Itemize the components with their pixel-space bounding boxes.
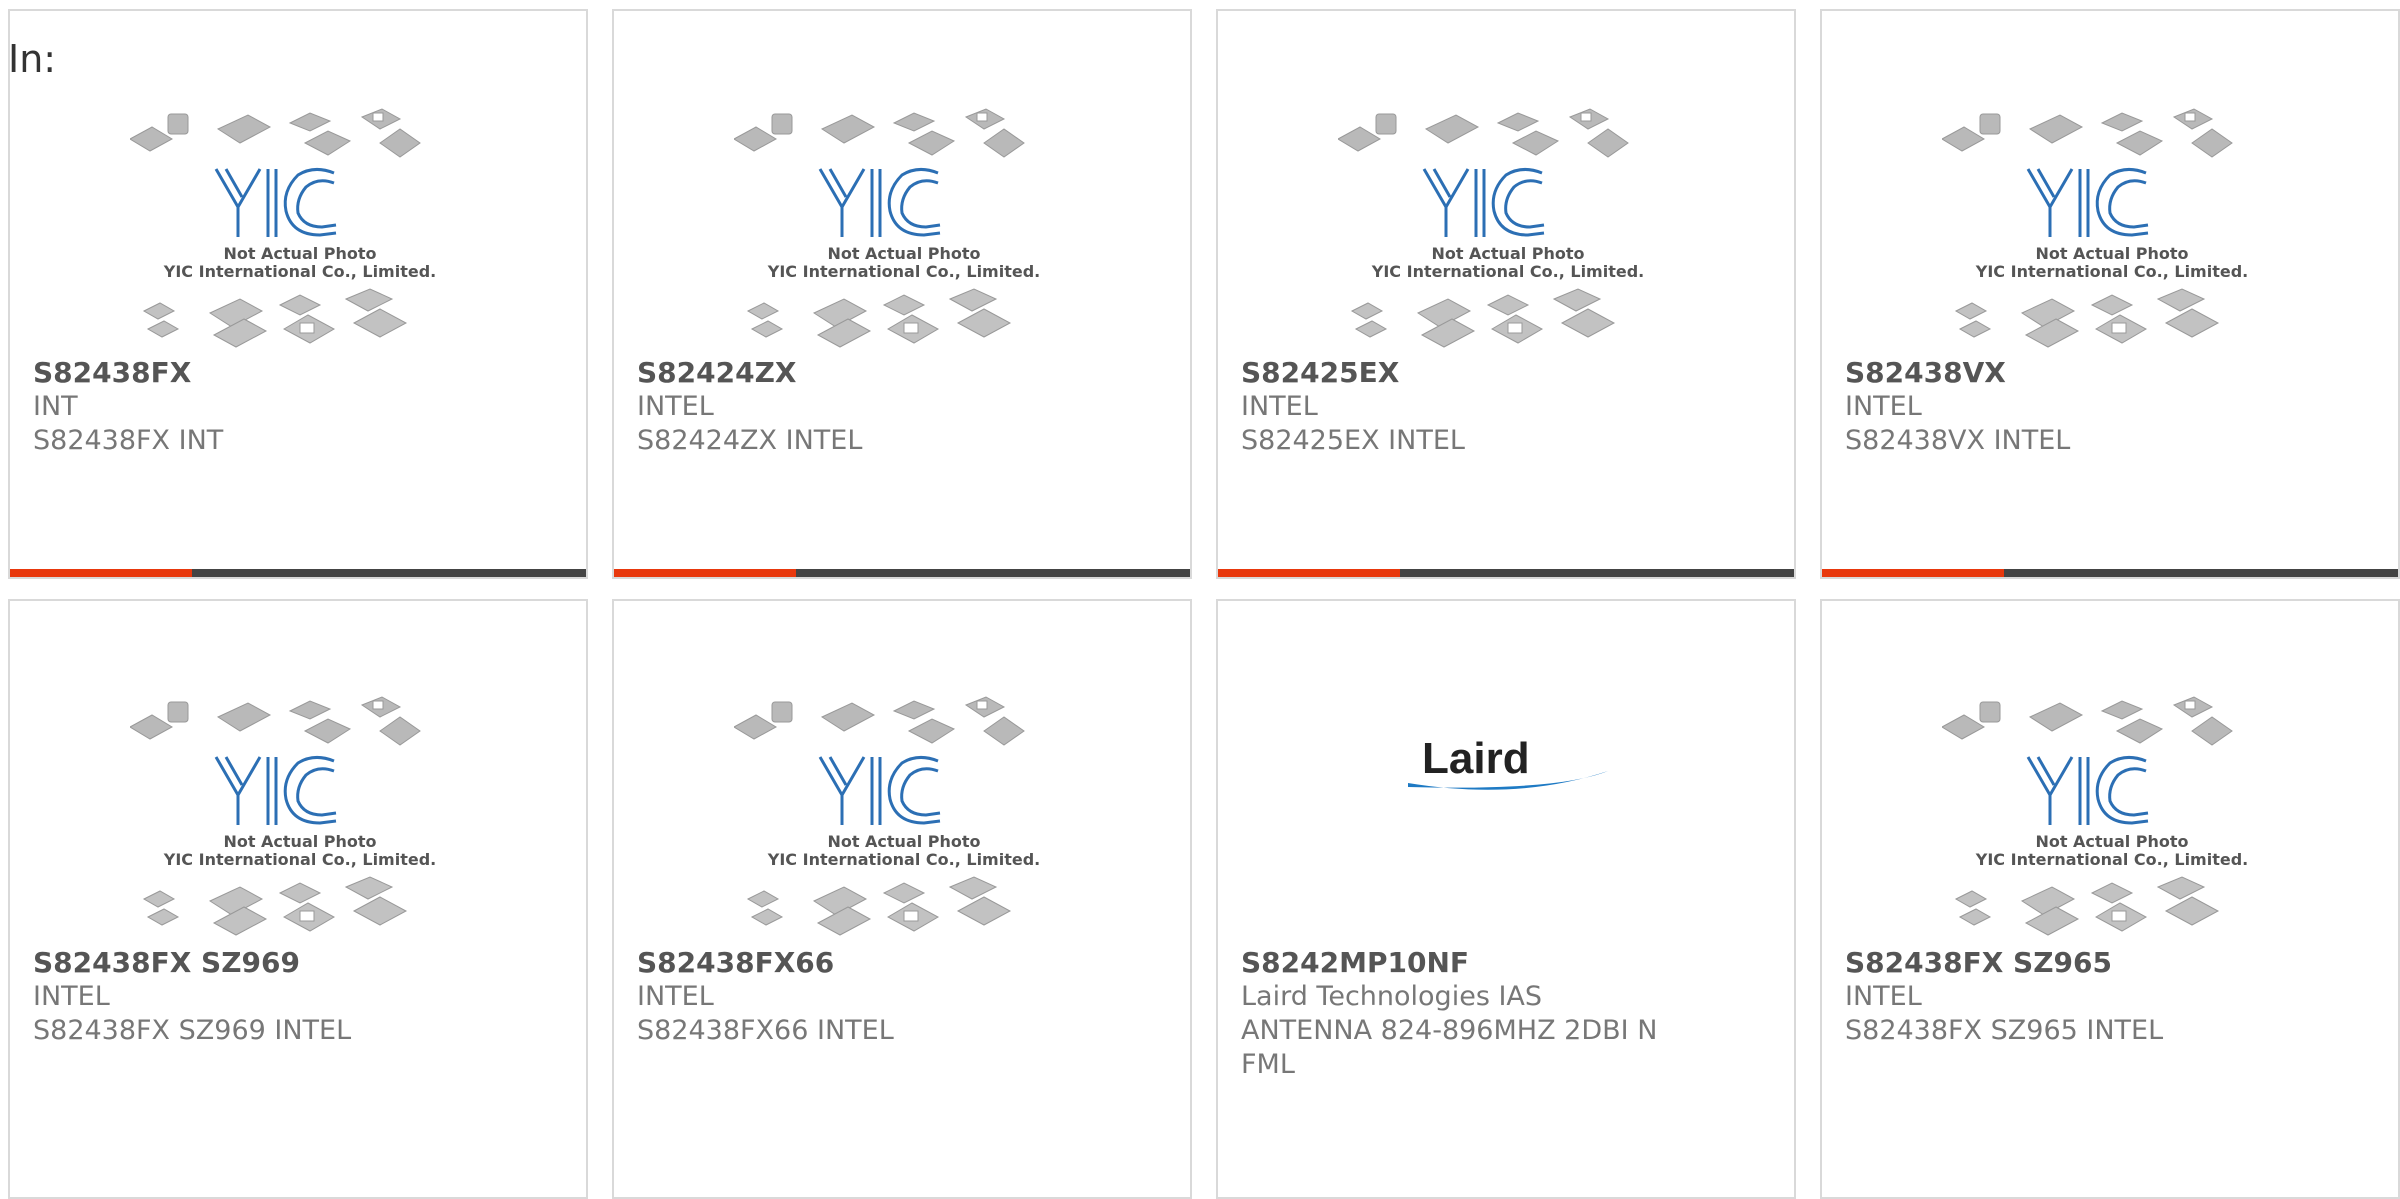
caption-line-2: YIC International Co., Limited. [1975, 850, 2248, 869]
product-card[interactable]: Not Actual Photo YIC International Co., … [8, 9, 588, 579]
chip-icons-bottom [746, 876, 1012, 936]
card-progress-bar [1218, 569, 1794, 577]
yic-logo [818, 168, 941, 237]
product-manufacturer: INTEL [1845, 981, 1922, 1012]
product-description: S82438VX INTEL [1845, 425, 2071, 456]
product-description: S82438FX66 INTEL [637, 1015, 894, 1046]
product-part-number[interactable]: S82425EX [1241, 356, 1661, 390]
card-progress-accent [614, 569, 796, 577]
caption-line-1: Not Actual Photo [1431, 244, 1584, 263]
card-progress-accent [1822, 569, 2004, 577]
chip-icons-top [1338, 108, 1629, 158]
product-info: S82438FX SZ969 INTEL S82438FX SZ969 INTEL [33, 946, 453, 1048]
card-progress-accent [10, 569, 192, 577]
product-part-number[interactable]: S82438VX [1845, 356, 2265, 390]
product-image-placeholder: Not Actual Photo YIC International Co., … [734, 696, 1040, 936]
caption-line-2: YIC International Co., Limited. [163, 262, 436, 281]
product-info: S82438FX66 INTEL S82438FX66 INTEL [637, 946, 1057, 1048]
caption-line-2: YIC International Co., Limited. [767, 850, 1040, 869]
product-image-placeholder: Not Actual Photo YIC International Co., … [734, 108, 1040, 348]
product-description: ANTENNA 824-896MHZ 2DBI N FML [1241, 1015, 1658, 1080]
chip-icons-top [1942, 696, 2233, 746]
product-card[interactable]: Laird S8242MP10NF Laird Technologies IAS AN… [1216, 599, 1796, 1199]
chip-icons-bottom [142, 876, 408, 936]
caption-line-2: YIC International Co., Limited. [163, 850, 436, 869]
product-card[interactable]: Not Actual Photo YIC International Co., … [612, 599, 1192, 1199]
product-part-number[interactable]: S8242MP10NF [1241, 946, 1661, 980]
product-info: S82425EX INTEL S82425EX INTEL [1241, 356, 1661, 458]
product-info: S82438FX SZ965 INTEL S82438FX SZ965 INTEL [1845, 946, 2265, 1048]
product-manufacturer: INT [33, 391, 78, 422]
caption-line-1: Not Actual Photo [223, 832, 376, 851]
product-card[interactable]: Not Actual Photo YIC International Co., … [1216, 9, 1796, 579]
product-manufacturer: INTEL [637, 981, 714, 1012]
card-progress-bar [1822, 569, 2398, 577]
laird-logo-text: Laird [1422, 734, 1530, 783]
chip-icons-top [130, 696, 421, 746]
caption-line-1: Not Actual Photo [827, 832, 980, 851]
product-description: S82424ZX INTEL [637, 425, 863, 456]
product-description: S82438FX SZ969 INTEL [33, 1015, 352, 1046]
caption-line-1: Not Actual Photo [827, 244, 980, 263]
chip-icons-top [1942, 108, 2233, 158]
product-manufacturer: INTEL [33, 981, 110, 1012]
product-description: S82438FX SZ965 INTEL [1845, 1015, 2164, 1046]
product-card[interactable]: Not Actual Photo YIC International Co., … [1820, 9, 2400, 579]
product-card[interactable]: Not Actual Photo YIC International Co., … [612, 9, 1192, 579]
caption-line-1: Not Actual Photo [223, 244, 376, 263]
product-image-placeholder: Not Actual Photo YIC International Co., … [1942, 696, 2248, 936]
caption-line-2: YIC International Co., Limited. [767, 262, 1040, 281]
caption-line-1: Not Actual Photo [2035, 244, 2188, 263]
product-card[interactable]: Not Actual Photo YIC International Co., … [1820, 599, 2400, 1199]
product-manufacturer: INTEL [1241, 391, 1318, 422]
page-label: In: [8, 37, 57, 81]
yic-logo [214, 168, 337, 237]
product-manufacturer: INTEL [1845, 391, 1922, 422]
product-info: S82438VX INTEL S82438VX INTEL [1845, 356, 2265, 458]
chip-icons-top [734, 696, 1025, 746]
chip-icons-top [734, 108, 1025, 158]
product-part-number[interactable]: S82438FX SZ969 [33, 946, 453, 980]
product-part-number[interactable]: S82424ZX [637, 356, 1057, 390]
card-progress-bar [10, 569, 586, 577]
product-part-number[interactable]: S82438FX66 [637, 946, 1057, 980]
product-part-number[interactable]: S82438FX [33, 356, 453, 390]
chip-icons-bottom [142, 288, 408, 348]
chip-icons-bottom [1954, 876, 2220, 936]
product-info: S82438FX INT S82438FX INT [33, 356, 453, 458]
caption-line-1: Not Actual Photo [2035, 832, 2188, 851]
product-image-placeholder: Not Actual Photo YIC International Co., … [130, 696, 436, 936]
product-part-number[interactable]: S82438FX SZ965 [1845, 946, 2265, 980]
caption-line-2: YIC International Co., Limited. [1975, 262, 2248, 281]
product-card[interactable]: Not Actual Photo YIC International Co., … [8, 599, 588, 1199]
yic-logo [1422, 168, 1545, 237]
card-progress-bar [614, 569, 1190, 577]
yic-logo [818, 756, 941, 825]
product-info: S82424ZX INTEL S82424ZX INTEL [637, 356, 1057, 458]
yic-logo [2026, 756, 2149, 825]
product-grid: Not Actual Photo YIC International Co., … [0, 0, 2400, 1199]
chip-icons-bottom [1954, 288, 2220, 348]
caption-line-2: YIC International Co., Limited. [1371, 262, 1644, 281]
product-image-placeholder: Not Actual Photo YIC International Co., … [1338, 108, 1644, 348]
yic-logo [2026, 168, 2149, 237]
yic-logo [214, 756, 337, 825]
laird-logo: Laird [1408, 731, 1618, 801]
product-description: S82425EX INTEL [1241, 425, 1465, 456]
product-description: S82438FX INT [33, 425, 224, 456]
product-manufacturer: INTEL [637, 391, 714, 422]
chip-icons-top [130, 108, 421, 158]
card-progress-accent [1218, 569, 1400, 577]
product-image-placeholder: Not Actual Photo YIC International Co., … [1942, 108, 2248, 348]
product-manufacturer: Laird Technologies IAS [1241, 981, 1543, 1012]
product-info: S8242MP10NF Laird Technologies IAS ANTENNA… [1241, 946, 1661, 1082]
chip-icons-bottom [1350, 288, 1616, 348]
product-image-placeholder: Not Actual Photo YIC International Co., … [130, 108, 436, 348]
chip-icons-bottom [746, 288, 1012, 348]
